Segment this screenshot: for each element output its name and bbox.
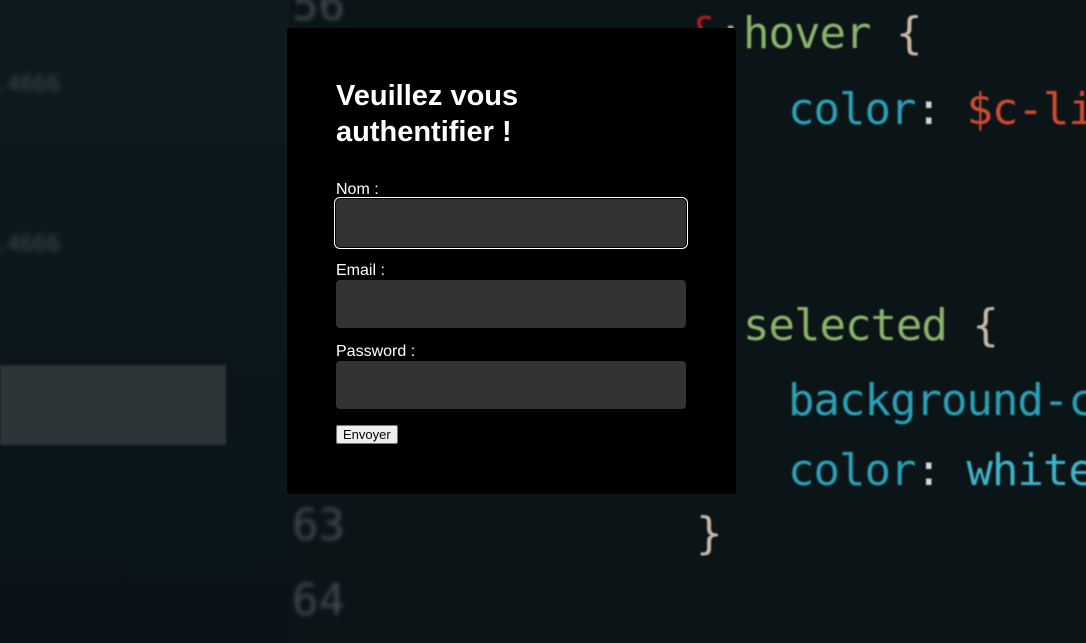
- background-snippet: .4666: [0, 232, 61, 257]
- code-line: }: [696, 508, 722, 559]
- login-form: Veuillez vous authentifier ! Nom : Email…: [287, 28, 736, 494]
- code-line: color: white;: [788, 445, 1086, 496]
- password-input[interactable]: [336, 361, 686, 409]
- line-number: 56: [292, 0, 345, 31]
- background-snippet: .4666: [0, 72, 61, 97]
- form-title: Veuillez vous authentifier !: [336, 80, 519, 148]
- line-number: 63: [292, 500, 345, 551]
- email-input[interactable]: [336, 280, 686, 328]
- submit-button[interactable]: Envoyer: [336, 425, 398, 444]
- name-input[interactable]: [336, 199, 686, 247]
- email-label: Email :: [336, 262, 385, 279]
- background-highlight-band: [0, 365, 226, 445]
- code-line: &.selected {: [692, 300, 999, 351]
- name-label: Nom :: [336, 181, 379, 198]
- line-number: 64: [292, 575, 345, 626]
- code-line: background-co: [788, 375, 1086, 426]
- password-label: Password :: [336, 343, 416, 360]
- code-line: color: $c-link: [788, 84, 1086, 135]
